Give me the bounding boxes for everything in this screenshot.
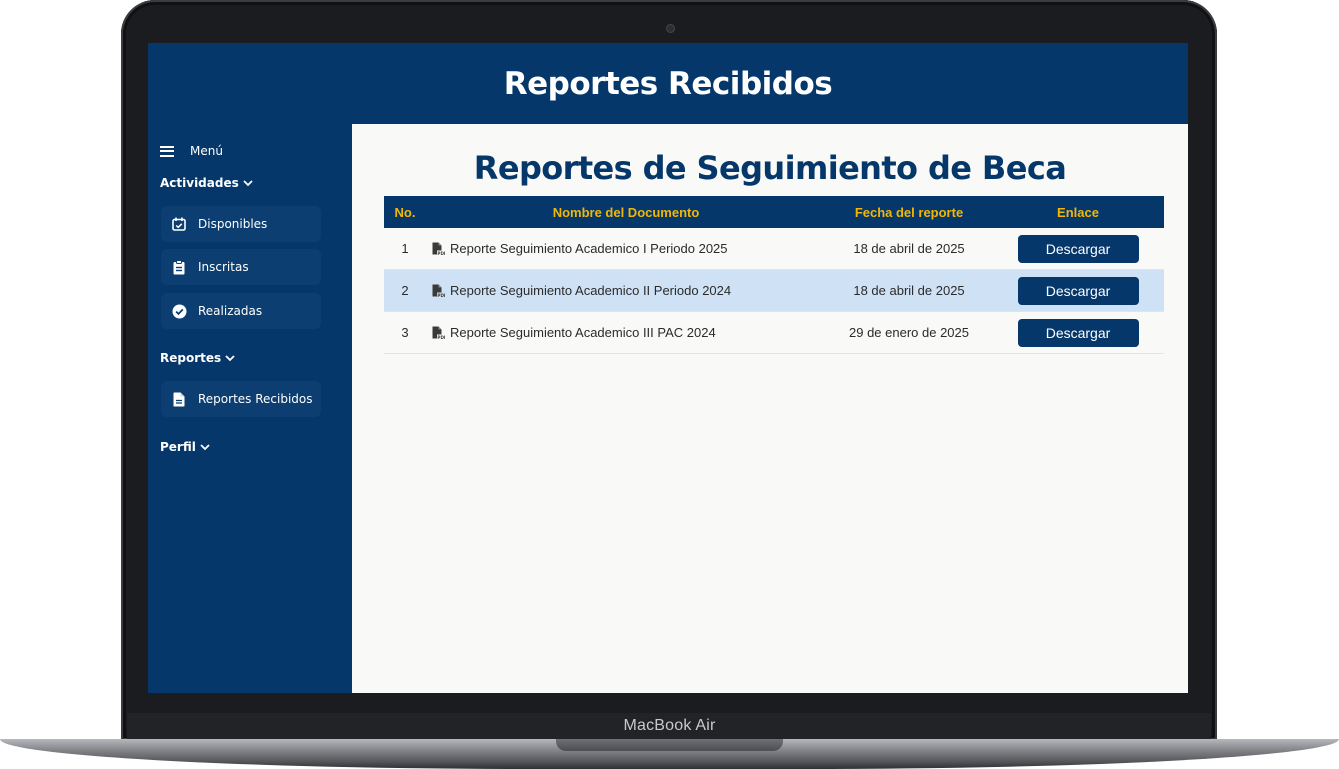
file-icon (171, 391, 187, 407)
check-circle-icon (171, 303, 187, 319)
section-actividades-label: Actividades (160, 176, 239, 190)
section-actividades-toggle[interactable]: Actividades (160, 176, 253, 190)
svg-text:PDF: PDF (437, 334, 445, 339)
menu-label: Menú (190, 144, 223, 158)
top-header: Reportes Recibidos (148, 43, 1188, 124)
pdf-file-icon: PDF (432, 284, 445, 297)
document-name-cell: PDF Reporte Seguimiento Academico II Per… (426, 269, 826, 312)
hamburger-icon (160, 145, 174, 157)
sidebar-item-label: Disponibles (198, 217, 268, 231)
reports-table: No. Nombre del Documento Fecha del repor… (384, 196, 1164, 354)
sidebar-item-disponibles[interactable]: Disponibles (161, 206, 321, 242)
pdf-file-icon: PDF (432, 242, 445, 255)
sidebar-item-realizadas[interactable]: Realizadas (161, 293, 321, 329)
table-header-row: No. Nombre del Documento Fecha del repor… (384, 196, 1164, 228)
laptop-brand-label: MacBook Air (623, 717, 716, 734)
section-perfil-label: Perfil (160, 440, 196, 454)
main-heading: Reportes de Seguimiento de Beca (473, 149, 1067, 187)
chevron-down-icon (200, 443, 210, 450)
link-cell: Descargar (992, 311, 1164, 354)
report-date: 18 de abril de 2025 (826, 228, 992, 270)
link-cell: Descargar (992, 269, 1164, 312)
camera-icon (666, 24, 675, 33)
section-perfil-toggle[interactable]: Perfil (160, 440, 210, 454)
document-name-cell: PDF Reporte Seguimiento Academico III PA… (426, 311, 826, 354)
column-header-name: Nombre del Documento (426, 196, 826, 228)
report-date: 29 de enero de 2025 (826, 311, 992, 354)
page-title: Reportes Recibidos (503, 65, 833, 102)
sidebar-item-label: Inscritas (198, 260, 249, 274)
menu-toggle-button[interactable]: Menú (160, 144, 223, 158)
sidebar-item-label: Reportes Recibidos (198, 392, 313, 406)
chevron-down-icon (243, 179, 253, 186)
column-header-date: Fecha del reporte (826, 196, 992, 228)
sidebar: Menú Actividades Disponibles Inscritas R… (148, 124, 352, 693)
download-button[interactable]: Descargar (1017, 276, 1139, 305)
column-header-no: No. (384, 196, 426, 228)
row-number: 1 (384, 228, 426, 270)
laptop-notch (556, 739, 783, 751)
table-row: 3 PDF Reporte Seguimiento Academico III … (384, 311, 1164, 354)
section-reportes-toggle[interactable]: Reportes (160, 351, 235, 365)
pdf-file-icon: PDF (432, 326, 445, 339)
download-button[interactable]: Descargar (1017, 318, 1139, 347)
document-name: Reporte Seguimiento Academico III PAC 20… (450, 325, 716, 340)
report-date: 18 de abril de 2025 (826, 269, 992, 312)
row-number: 2 (384, 269, 426, 312)
svg-text:PDF: PDF (437, 292, 445, 297)
clipboard-icon (171, 259, 187, 275)
sidebar-item-inscritas[interactable]: Inscritas (161, 249, 321, 285)
section-reportes-label: Reportes (160, 351, 222, 365)
calendar-check-icon (171, 216, 187, 232)
sidebar-item-label: Realizadas (198, 304, 263, 318)
document-name: Reporte Seguimiento Academico I Periodo … (450, 241, 728, 256)
link-cell: Descargar (992, 228, 1164, 270)
document-name: Reporte Seguimiento Academico II Periodo… (450, 283, 732, 298)
svg-text:PDF: PDF (437, 250, 445, 255)
sidebar-item-reportes-recibidos[interactable]: Reportes Recibidos (161, 381, 321, 417)
table-row: 1 PDF Reporte Seguimiento Academico I Pe… (384, 228, 1164, 270)
row-number: 3 (384, 311, 426, 354)
column-header-link: Enlace (992, 196, 1164, 228)
chevron-down-icon (225, 354, 235, 361)
document-name-cell: PDF Reporte Seguimiento Academico I Peri… (426, 228, 826, 270)
screen: Reportes Recibidos Menú Actividades Disp… (148, 43, 1188, 693)
download-button[interactable]: Descargar (1017, 234, 1139, 263)
table-row: 2 PDF Reporte Seguimiento Academico II P… (384, 269, 1164, 312)
